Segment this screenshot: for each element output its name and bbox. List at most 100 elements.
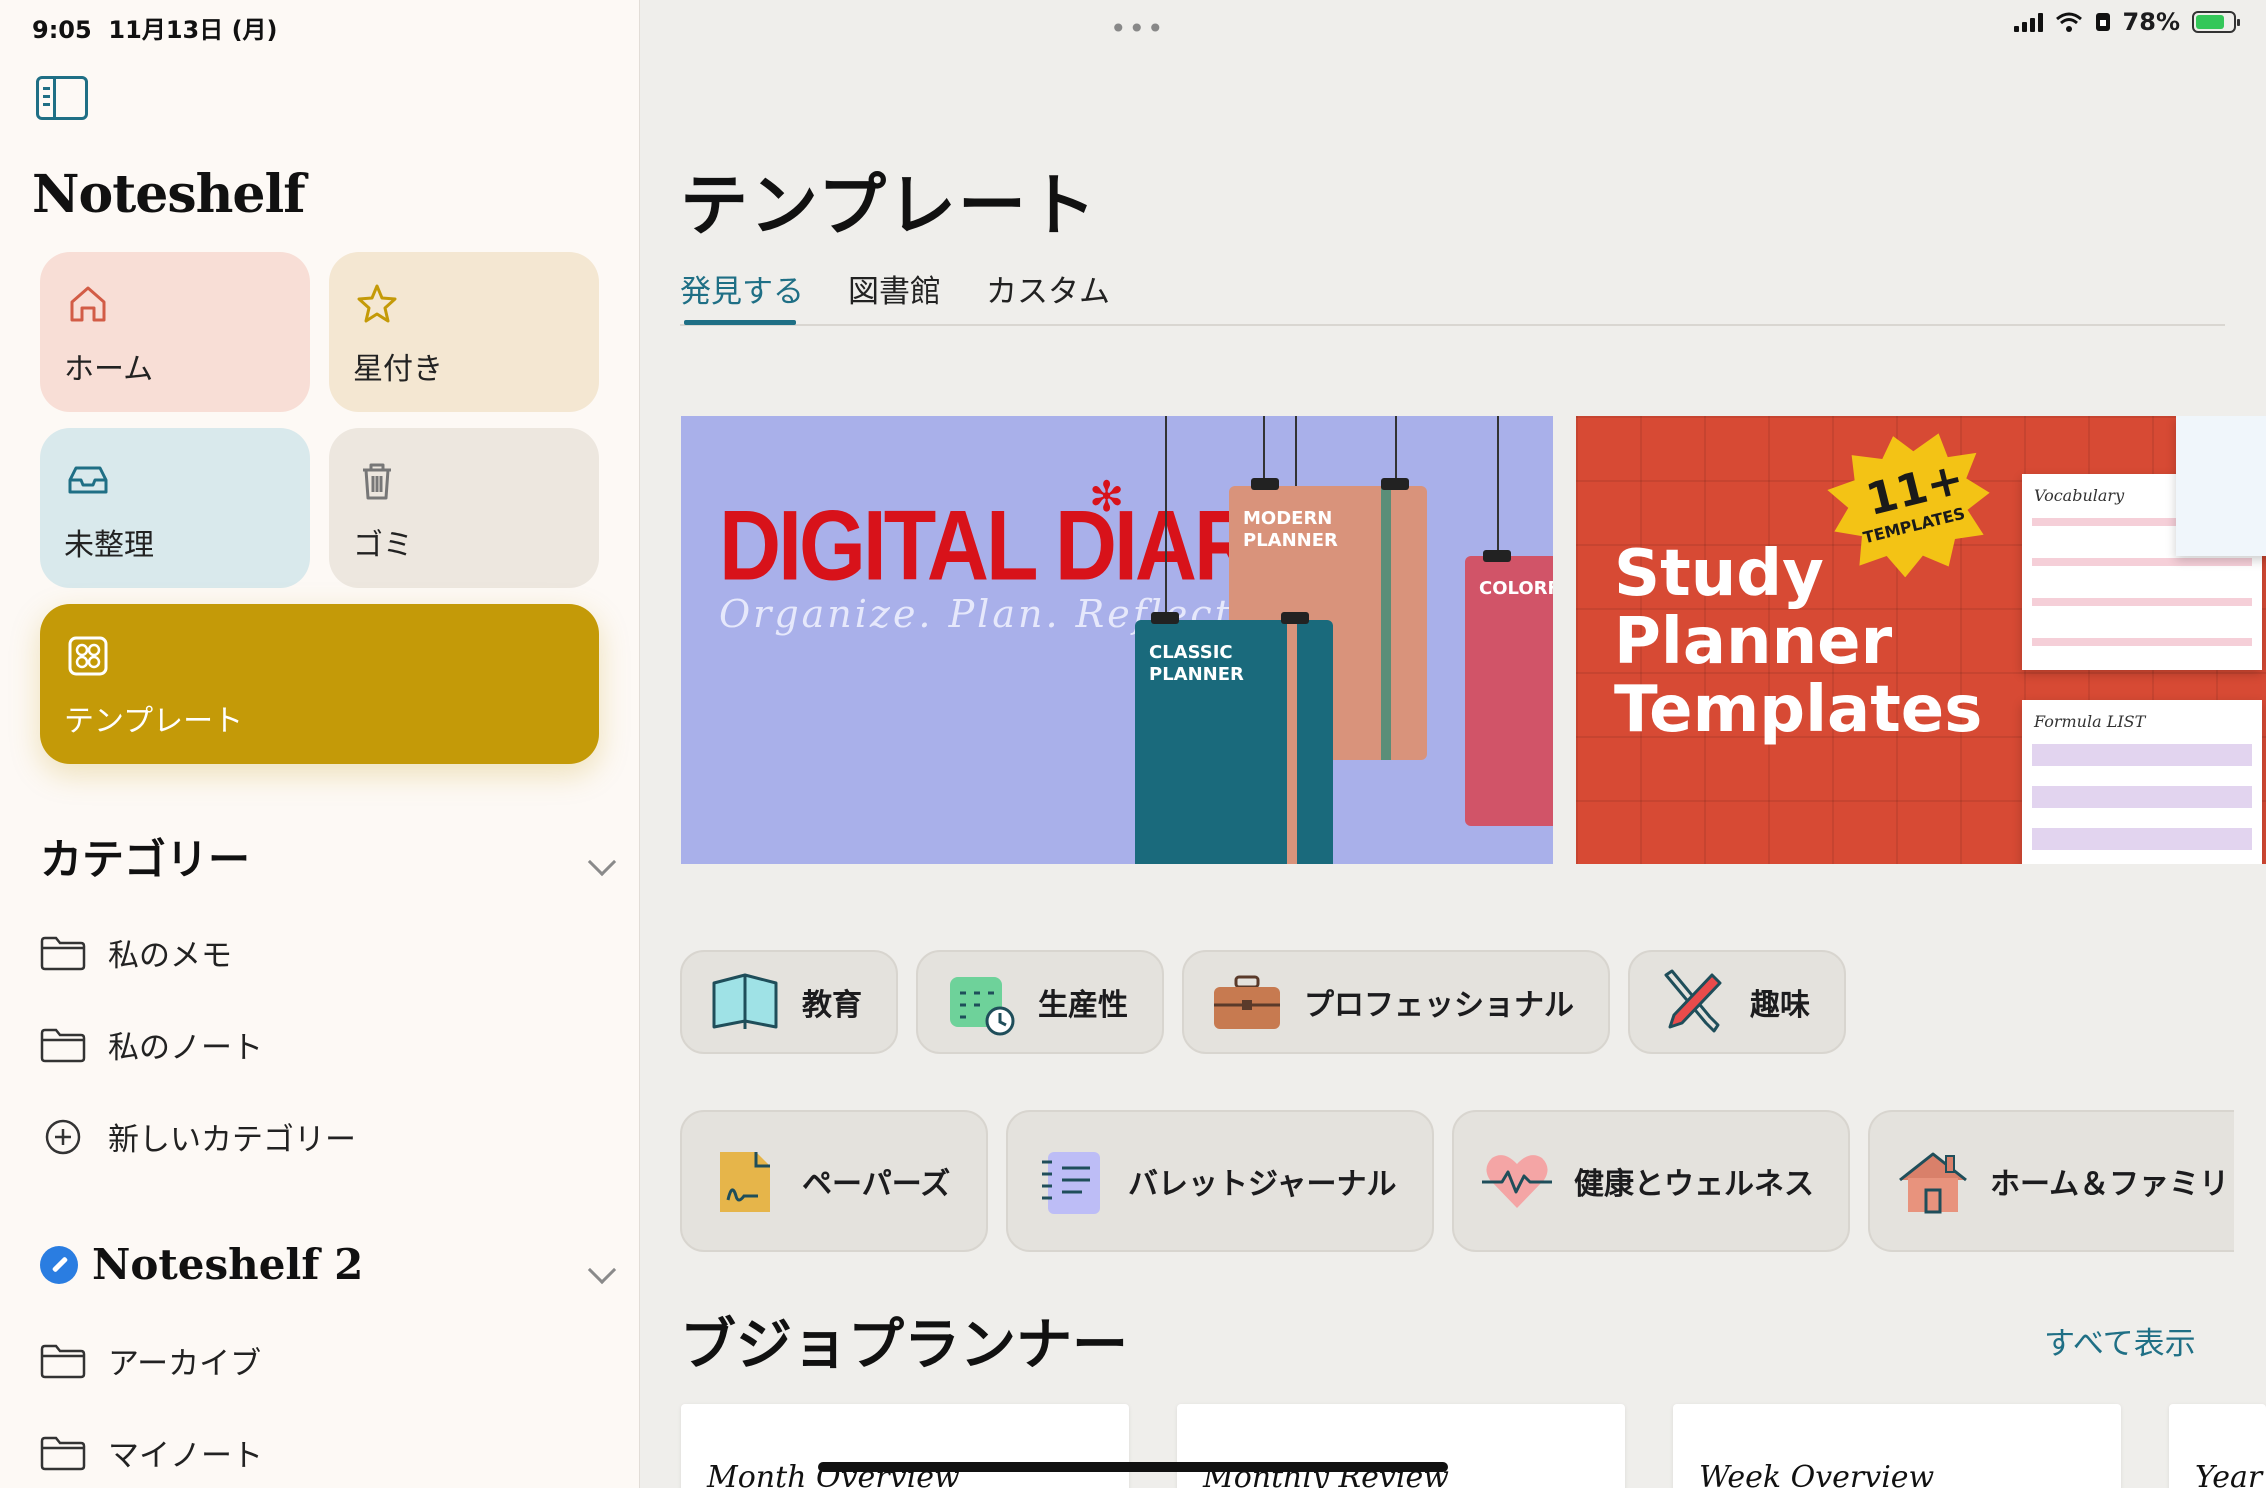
binder-clip <box>1281 612 1309 624</box>
clock: 9:05 <box>32 16 92 44</box>
study-planner-banner[interactable]: 11+ TEMPLATES Study Planner Templates Vo… <box>1576 416 2266 864</box>
noteshelf2-badge-icon <box>40 1245 78 1284</box>
star-icon <box>357 284 397 323</box>
digital-diaries-banner[interactable]: DIGITAL DIARIES ✻ Organize. Plan. Reflec… <box>681 416 1553 864</box>
starred-tile[interactable]: 星付き <box>329 252 599 412</box>
chip-professional[interactable]: プロフェッショナル <box>1182 950 1610 1054</box>
chip-label: ペーパーズ <box>802 1167 951 1202</box>
category-item-my-memos[interactable]: 私のメモ <box>40 930 232 975</box>
noteshelf2-chevron-down-icon[interactable] <box>587 1255 617 1285</box>
chip-label: プロフェッショナル <box>1304 988 1574 1023</box>
trash-tile[interactable]: ゴミ <box>329 428 599 588</box>
home-tile[interactable]: ホーム <box>40 252 310 412</box>
date: 11月13日 (月) <box>108 16 278 44</box>
starred-label: 星付き <box>353 352 443 387</box>
template-card[interactable]: Month Overview <box>681 1404 1129 1488</box>
planner-sheet-image <box>2176 416 2266 556</box>
multitasking-dots[interactable]: ••• <box>1110 12 1166 45</box>
banner-title: Study Planner Templates <box>1614 540 1982 744</box>
chip-home-family[interactable]: ホーム＆ファミリ <box>1868 1110 2234 1252</box>
chip-label: 趣味 <box>1750 988 1810 1023</box>
unfiled-label: 未整理 <box>64 528 154 563</box>
chip-label: 生産性 <box>1038 988 1128 1023</box>
chip-papers[interactable]: ペーパーズ <box>680 1110 988 1252</box>
card-title: Week Overview <box>1699 1460 1935 1488</box>
folder-icon <box>40 936 86 970</box>
planner-label: COLORFUL PLANNER <box>1479 578 1553 599</box>
ns2-item-label: アーカイブ <box>108 1346 262 1382</box>
planner-label: MODERN PLANNER <box>1243 508 1338 551</box>
tab-discover[interactable]: 発見する <box>680 266 804 311</box>
banner-title-line: Templates <box>1614 673 1983 747</box>
book-icon <box>712 973 778 1029</box>
unfiled-tile[interactable]: 未整理 <box>40 428 310 588</box>
folder-icon <box>40 1436 86 1470</box>
categories-heading: カテゴリー <box>40 835 251 884</box>
banner-title-line: Planner <box>1614 605 1893 679</box>
sheet-title: Formula LIST <box>2034 712 2146 731</box>
noteshelf2-heading: Noteshelf 2 <box>40 1240 363 1289</box>
binder-clip <box>1251 478 1279 490</box>
banner-title-line: Study <box>1614 537 1824 611</box>
sheet-title: Vocabulary <box>2034 486 2125 505</box>
tab-custom[interactable]: カスタム <box>986 266 1110 311</box>
sidebar: 9:05 11月13日 (月) Noteshelf ホーム 星付き 未整理 ゴミ <box>0 0 640 1488</box>
tab-active-indicator <box>684 320 796 325</box>
folder-icon <box>40 1028 86 1062</box>
asterisk-icon: ✻ <box>1089 472 1125 521</box>
plus-circle-icon <box>45 1119 81 1154</box>
binder-clip <box>1381 478 1409 490</box>
heart-pulse-icon <box>1482 1155 1552 1208</box>
chip-education[interactable]: 教育 <box>680 950 898 1054</box>
ns2-item-label: マイノート <box>108 1438 263 1474</box>
briefcase-icon <box>1214 975 1280 1029</box>
binder-clip <box>1483 550 1511 562</box>
hanging-string <box>1263 416 1265 484</box>
chip-label: 健康とウェルネス <box>1574 1167 1814 1202</box>
card-title: Year <box>2195 1460 2263 1488</box>
chip-label: バレットジャーナル <box>1128 1167 1397 1202</box>
ns2-item-archive[interactable]: アーカイブ <box>40 1338 261 1383</box>
inbox-tray-icon <box>68 466 108 494</box>
page-title: テンプレート <box>680 167 1098 246</box>
status-indicators: 78% <box>2013 8 2240 36</box>
template-card[interactable]: Year <box>2169 1404 2266 1488</box>
see-all-link[interactable]: すべて表示 <box>2044 1318 2196 1363</box>
template-card[interactable]: Monthly Review <box>1177 1404 1625 1488</box>
binder-clip <box>1151 612 1179 624</box>
templates-tile[interactable]: テンプレート <box>40 604 599 764</box>
templates-label: テンプレート <box>64 704 244 739</box>
sidebar-toggle-icon[interactable] <box>36 76 88 120</box>
ns2-item-my-notes[interactable]: マイノート <box>40 1430 263 1475</box>
category-item-my-notes[interactable]: 私のノート <box>40 1022 263 1067</box>
categories-chevron-down-icon[interactable] <box>587 847 617 877</box>
pencil-brush-icon <box>1664 969 1722 1033</box>
planner-label: CLASSIC PLANNER <box>1149 642 1244 685</box>
home-indicator[interactable] <box>818 1462 1448 1472</box>
chip-hobby[interactable]: 趣味 <box>1628 950 1846 1054</box>
home-icon <box>70 286 106 322</box>
lock-rotation-icon <box>2095 13 2110 31</box>
calendar-clock-icon <box>950 977 1015 1036</box>
tab-library[interactable]: 図書館 <box>848 266 941 311</box>
battery-percent: 78% <box>2122 8 2180 36</box>
chip-productivity[interactable]: 生産性 <box>916 950 1164 1054</box>
template-card[interactable]: Week Overview <box>1673 1404 2121 1488</box>
category-label: 私のメモ <box>108 938 232 974</box>
chip-label: 教育 <box>802 988 862 1023</box>
app-title: Noteshelf <box>32 164 306 225</box>
hanging-string <box>1497 416 1499 556</box>
cellular-signal-icon <box>2013 12 2043 32</box>
chip-health-wellness[interactable]: 健康とウェルネス <box>1452 1110 1850 1252</box>
trash-label: ゴミ <box>353 528 413 563</box>
templates-icon <box>68 636 108 676</box>
folder-icon <box>40 1344 86 1378</box>
home-label: ホーム <box>64 352 154 387</box>
hanging-string <box>1395 416 1397 484</box>
chip-bullet-journal[interactable]: バレットジャーナル <box>1006 1110 1434 1252</box>
classic-planner-image: CLASSIC PLANNER <box>1135 620 1333 864</box>
status-time: 9:05 11月13日 (月) <box>32 10 278 45</box>
new-category-button[interactable]: 新しいカテゴリー <box>40 1114 356 1159</box>
battery-icon <box>2192 11 2240 33</box>
colorful-planner-image: COLORFUL PLANNER <box>1465 556 1553 826</box>
